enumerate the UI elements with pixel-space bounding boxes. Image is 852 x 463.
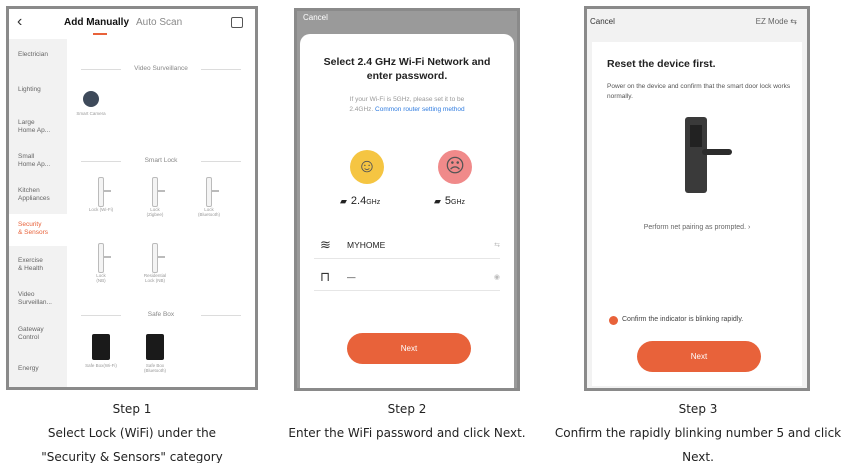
sidebar-item-energy[interactable]: Energy xyxy=(9,365,67,373)
sidebar-item-electrician[interactable]: Electrician xyxy=(9,51,67,59)
divider xyxy=(201,161,241,162)
category-sidebar: Electrician Lighting Large Home Ap... Sma… xyxy=(9,39,67,387)
mode-switch[interactable]: EZ Mode ⇆ xyxy=(756,17,797,26)
camera-icon xyxy=(83,91,99,107)
device-list: Video Surveillance Smart Camera Smart Lo… xyxy=(67,39,255,387)
tab-auto-scan[interactable]: Auto Scan xyxy=(136,17,182,28)
step3-text-line1: Confirm the rapidly blinking number 5 an… xyxy=(554,426,842,463)
device-lock-bluetooth[interactable]: Lock (Bluetooth) xyxy=(189,177,229,217)
device-lock-wifi[interactable]: Lock (Wi-Fi) xyxy=(81,177,121,212)
password-field[interactable]: — xyxy=(347,272,356,282)
sidebar-item-gateway-control[interactable]: Gateway Control xyxy=(9,326,67,342)
lock-icon xyxy=(152,243,165,273)
eye-icon[interactable]: ◉ xyxy=(494,273,500,281)
sidebar-item-lighting[interactable]: Lighting xyxy=(9,86,67,94)
switch-network-icon[interactable]: ⇆ xyxy=(494,241,500,249)
step3-caption: Step 3 Confirm the rapidly blinking numb… xyxy=(548,397,848,463)
next-button[interactable]: Next xyxy=(347,333,471,364)
scan-icon[interactable] xyxy=(231,17,243,28)
divider xyxy=(201,315,241,316)
sidebar-item-exercise-health[interactable]: Exercise & Health xyxy=(9,257,67,273)
safe-box-icon xyxy=(92,334,110,360)
band-5ghz-label: ▰ 5GHz xyxy=(434,195,466,207)
device-smart-camera[interactable]: Smart Camera xyxy=(71,91,111,116)
lock-icon xyxy=(98,177,111,207)
router-setting-link[interactable]: Common router setting method xyxy=(375,106,465,113)
happy-face-icon: ☺ xyxy=(350,150,384,184)
lock-icon xyxy=(98,243,111,273)
safe-box-icon xyxy=(146,334,164,360)
router-icon: ▰ xyxy=(340,196,347,206)
step1-text-line1: Select Lock (WiFi) under the xyxy=(47,426,217,440)
divider xyxy=(81,315,121,316)
ssid-field[interactable]: MYHOME xyxy=(347,240,385,250)
section-header-smart-lock: Smart Lock xyxy=(67,157,255,164)
lock-icon xyxy=(152,177,165,207)
sidebar-item-video-surveillance[interactable]: Video Surveillan... xyxy=(9,291,67,307)
wifi-icon: ≋ xyxy=(320,237,331,252)
top-bar: ‹ Add Manually Auto Scan xyxy=(9,9,255,39)
device-safe-box-bluetooth[interactable]: Safe Box (Bluetooth) xyxy=(135,334,175,373)
reset-sheet: Reset the device first. Power on the dev… xyxy=(592,42,802,386)
device-lock-zigbee[interactable]: Lock (Zigbee) xyxy=(135,177,175,217)
reset-description: Power on the device and confirm that the… xyxy=(607,83,791,100)
band-24ghz-label: ▰ 2.4GHz xyxy=(340,195,381,207)
divider xyxy=(314,290,500,291)
sidebar-item-small-home-appliances[interactable]: Small Home Ap... xyxy=(9,153,67,169)
sidebar-item-kitchen-appliances[interactable]: Kitchen Appliances xyxy=(9,187,67,203)
divider xyxy=(81,69,121,70)
sidebar-item-security-sensors[interactable]: Security & Sensors xyxy=(9,214,67,246)
step3-screenshot: Cancel EZ Mode ⇆ Reset the device first.… xyxy=(584,6,810,391)
cancel-button[interactable]: Cancel xyxy=(590,17,615,26)
back-icon[interactable]: ‹ xyxy=(17,13,22,31)
wifi-title: Select 2.4 GHz Wi-Fi Network and enter pa… xyxy=(323,56,491,82)
step3-title: Step 3 xyxy=(678,402,718,416)
section-header-video-surveillance: Video Surveillance xyxy=(67,65,255,72)
divider xyxy=(201,69,241,70)
divider xyxy=(314,258,500,259)
step1-caption: Step 1 Select Lock (WiFi) under the "Sec… xyxy=(0,397,264,463)
router-icon: ▰ xyxy=(434,196,441,206)
tab-add-manually[interactable]: Add Manually xyxy=(64,17,129,28)
wifi-hint: If your Wi-Fi is 5GHz, please set it to … xyxy=(349,96,465,113)
door-lock-handle xyxy=(702,149,732,155)
sidebar-item-large-home-appliances[interactable]: Large Home Ap... xyxy=(9,119,67,135)
section-header-safe-box: Safe Box xyxy=(67,311,255,318)
lock-icon: ⊓ xyxy=(320,269,331,284)
confirm-checkbox[interactable] xyxy=(609,316,618,325)
sad-face-icon: ☹ xyxy=(438,150,472,184)
lock-icon xyxy=(206,177,219,207)
pairing-prompt-link[interactable]: Perform net pairing as prompted. › xyxy=(592,224,802,231)
cancel-button[interactable]: Cancel xyxy=(303,13,328,22)
door-lock-image xyxy=(685,117,707,193)
device-safe-box-wifi[interactable]: Safe Box(Wi-Fi) xyxy=(81,334,121,368)
confirm-label[interactable]: Confirm the indicator is blinking rapidl… xyxy=(622,316,743,323)
step2-text-line1: Enter the WiFi password and click Next. xyxy=(288,426,526,440)
step1-screenshot: ‹ Add Manually Auto Scan Electrician Lig… xyxy=(6,6,258,390)
device-residential-lock-nb[interactable]: Residential Lock (NB) xyxy=(135,243,175,283)
step1-text-line2: "Security & Sensors" category xyxy=(41,450,223,463)
step2-screenshot: Cancel Select 2.4 GHz Wi-Fi Network and e… xyxy=(294,8,520,391)
reset-title: Reset the device first. xyxy=(607,58,716,70)
step2-title: Step 2 xyxy=(387,402,427,416)
step2-caption: Step 2 Enter the WiFi password and click… xyxy=(276,397,538,445)
active-tab-indicator xyxy=(93,33,107,35)
divider xyxy=(81,161,121,162)
wifi-sheet: Select 2.4 GHz Wi-Fi Network and enter pa… xyxy=(300,34,514,388)
next-button[interactable]: Next xyxy=(637,341,761,372)
step1-title: Step 1 xyxy=(112,402,152,416)
device-lock-nb[interactable]: Lock (NB) xyxy=(81,243,121,283)
